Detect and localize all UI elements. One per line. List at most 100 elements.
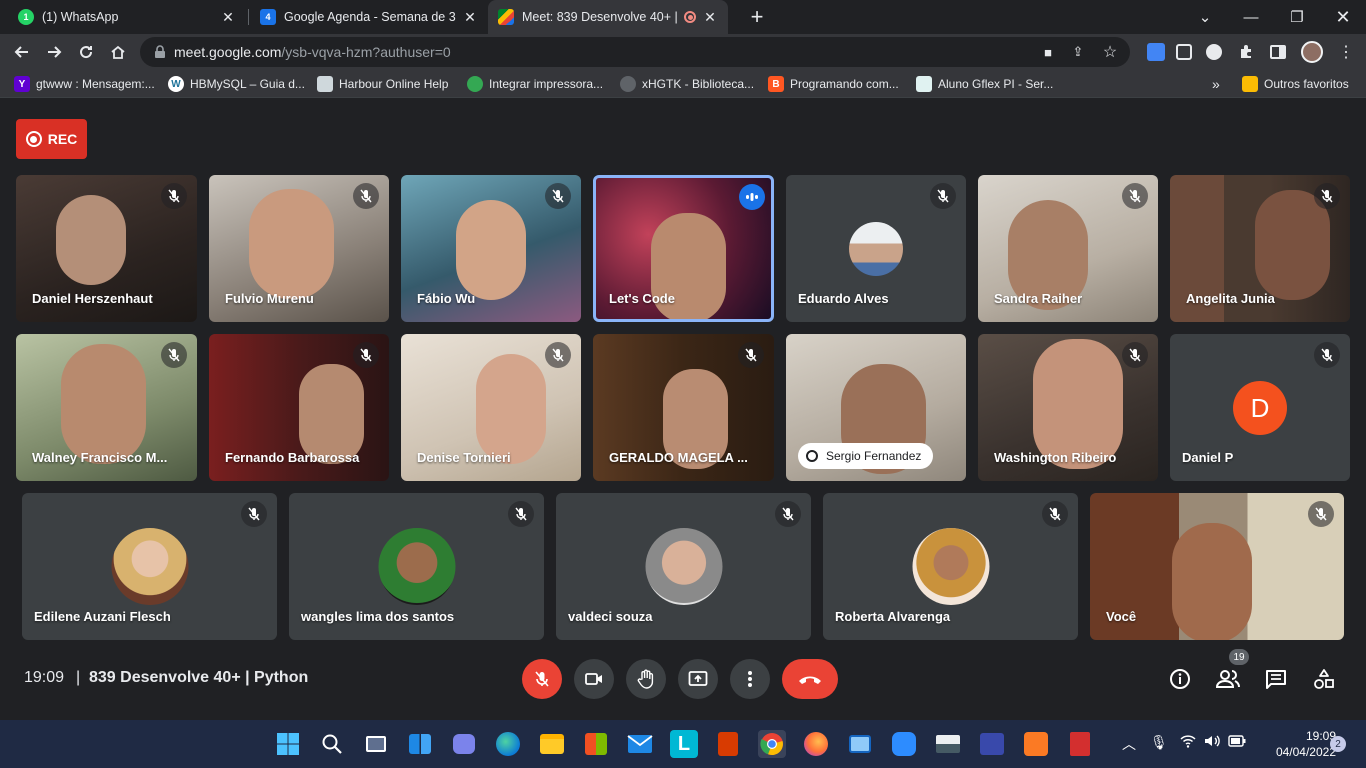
participant-tile[interactable]: Walney Francisco M... xyxy=(16,334,197,481)
bookmark-item[interactable]: B Programando com... xyxy=(768,75,899,93)
profile-avatar[interactable] xyxy=(1298,38,1326,66)
scanner-icon[interactable] xyxy=(934,730,962,758)
widgets-icon[interactable] xyxy=(406,730,434,758)
close-tab-icon[interactable]: ✕ xyxy=(702,9,718,26)
bookmark-item[interactable]: Integrar impressora... xyxy=(467,75,603,93)
meeting-clock: 19:09 xyxy=(24,669,65,686)
back-button[interactable] xyxy=(8,38,36,66)
recording-label: REC xyxy=(47,131,78,147)
url-text[interactable]: meet.google.com/ysb-vqva-hzm?authuser=0 xyxy=(174,44,451,60)
pdf-reader-icon[interactable] xyxy=(1066,730,1094,758)
firefox-icon[interactable] xyxy=(802,730,830,758)
minimize-button[interactable]: — xyxy=(1228,0,1274,34)
network-tool-icon[interactable] xyxy=(846,730,874,758)
translate-extension-icon[interactable] xyxy=(1142,38,1170,66)
participant-tile[interactable]: D Daniel P xyxy=(1170,334,1350,481)
edge-browser-icon[interactable] xyxy=(494,730,522,758)
participant-name: wangles lima dos santos xyxy=(301,609,455,624)
address-bar[interactable]: meet.google.com/ysb-vqva-hzm?authuser=0 … xyxy=(140,37,1130,67)
bookmark-item[interactable]: Ygtwww : Mensagem:... xyxy=(14,75,155,93)
activities-button[interactable] xyxy=(1308,663,1340,695)
restore-button[interactable]: ❐ xyxy=(1274,0,1320,34)
camera-in-use-icon[interactable]: ■ xyxy=(1038,42,1058,62)
tab-meet[interactable]: Meet: 839 Desenvolve 40+ | ✕ xyxy=(488,0,728,34)
bookmark-star-icon[interactable]: ☆ xyxy=(1100,42,1120,62)
microsoft-store-icon[interactable] xyxy=(582,730,610,758)
meeting-details-button[interactable] xyxy=(1164,663,1196,695)
bookmark-label: xHGTK - Biblioteca... xyxy=(642,77,755,91)
avatar xyxy=(912,528,989,605)
tray-overflow-icon[interactable]: ︿ xyxy=(1122,734,1136,754)
participant-tile[interactable]: Denise Tornieri xyxy=(401,334,581,481)
participant-tile[interactable]: Sandra Raiher xyxy=(978,175,1158,322)
side-panel-icon[interactable] xyxy=(1264,38,1292,66)
participant-tile[interactable]: Fulvio Murenu xyxy=(209,175,389,322)
file-explorer-icon[interactable] xyxy=(538,730,566,758)
notification-badge[interactable]: 2 xyxy=(1330,736,1346,752)
chat-teams-icon[interactable] xyxy=(450,730,478,758)
leave-call-button[interactable] xyxy=(782,659,838,699)
participant-tile[interactable]: wangles lima dos santos xyxy=(289,493,544,640)
participant-tile[interactable]: Fernando Barbarossa xyxy=(209,334,389,481)
participant-tile[interactable]: Sergio Fernandez xyxy=(786,334,966,481)
app-a-icon[interactable] xyxy=(978,730,1006,758)
search-icon[interactable] xyxy=(318,730,346,758)
participant-tile[interactable]: Angelita Junia xyxy=(1170,175,1350,322)
app-l-icon[interactable]: L xyxy=(670,730,698,758)
wifi-icon[interactable] xyxy=(1180,734,1196,751)
close-window-button[interactable]: ✕ xyxy=(1320,0,1366,34)
bookmark-item[interactable]: Harbour Online Help xyxy=(317,75,448,93)
lock-icon[interactable] xyxy=(152,44,168,60)
chat-button[interactable] xyxy=(1260,663,1292,695)
camera-button[interactable] xyxy=(574,659,614,699)
meet-icon xyxy=(498,9,514,25)
close-tab-icon[interactable]: ✕ xyxy=(220,9,236,26)
mail-icon[interactable] xyxy=(626,730,654,758)
system-clock[interactable]: 19:09 04/04/2022 xyxy=(1256,728,1336,760)
share-icon[interactable]: ⇪ xyxy=(1068,42,1088,62)
people-button[interactable] xyxy=(1212,663,1244,695)
reload-button[interactable] xyxy=(72,38,100,66)
bookmarks-overflow-button[interactable]: » xyxy=(1212,75,1220,93)
start-button[interactable] xyxy=(274,730,302,758)
screenshot-extension-icon[interactable] xyxy=(1170,38,1198,66)
microphone-off-button[interactable] xyxy=(522,659,562,699)
self-view-tile[interactable]: Você xyxy=(1090,493,1344,640)
close-tab-icon[interactable]: ✕ xyxy=(462,9,478,26)
extension-icon[interactable] xyxy=(1200,38,1228,66)
participant-tile[interactable]: Washington Ribeiro xyxy=(978,334,1158,481)
office-icon[interactable] xyxy=(714,730,742,758)
zoom-icon[interactable] xyxy=(890,730,918,758)
tab-search-icon[interactable]: ⌄ xyxy=(1182,0,1228,34)
xampp-icon[interactable] xyxy=(1022,730,1050,758)
forward-button[interactable] xyxy=(40,38,68,66)
bookmark-item[interactable]: Aluno Gflex PI - Ser... xyxy=(916,75,1053,93)
participant-tile[interactable]: Edilene Auzani Flesch xyxy=(22,493,277,640)
participant-tile-speaking[interactable]: Let's Code xyxy=(593,175,774,322)
present-screen-button[interactable] xyxy=(678,659,718,699)
participant-tile[interactable]: Eduardo Alves xyxy=(786,175,966,322)
new-tab-button[interactable]: + xyxy=(734,0,780,34)
extensions-puzzle-icon[interactable] xyxy=(1232,38,1260,66)
participant-tile[interactable]: GERALDO MAGELA ... xyxy=(593,334,774,481)
microphone-tray-icon[interactable]: 🎙 xyxy=(1150,734,1168,751)
recording-badge[interactable]: REC xyxy=(16,119,87,159)
home-button[interactable] xyxy=(104,38,132,66)
tab-google-agenda[interactable]: 4 Google Agenda - Semana de 3 d ✕ xyxy=(250,0,488,34)
participant-tile[interactable]: valdeci souza xyxy=(556,493,811,640)
other-bookmarks-folder[interactable]: Outros favoritos xyxy=(1242,75,1349,93)
raise-hand-button[interactable] xyxy=(626,659,666,699)
participant-tile[interactable]: Roberta Alvarenga xyxy=(823,493,1078,640)
battery-icon[interactable] xyxy=(1228,734,1246,750)
muted-mic-icon xyxy=(161,183,187,209)
bookmark-item[interactable]: xHGTK - Biblioteca... xyxy=(620,75,754,93)
chrome-icon[interactable] xyxy=(758,730,786,758)
participant-tile[interactable]: Fábio Wu xyxy=(401,175,581,322)
more-options-button[interactable] xyxy=(730,659,770,699)
tab-whatsapp[interactable]: 1 (1) WhatsApp ✕ xyxy=(8,0,246,34)
bookmark-item[interactable]: W HBMySQL – Guia d... xyxy=(168,75,305,93)
participant-tile[interactable]: Daniel Herszenhaut xyxy=(16,175,197,322)
menu-kebab-icon[interactable]: ⋮ xyxy=(1332,38,1360,66)
task-view-icon[interactable] xyxy=(362,730,390,758)
volume-icon[interactable] xyxy=(1204,734,1220,751)
